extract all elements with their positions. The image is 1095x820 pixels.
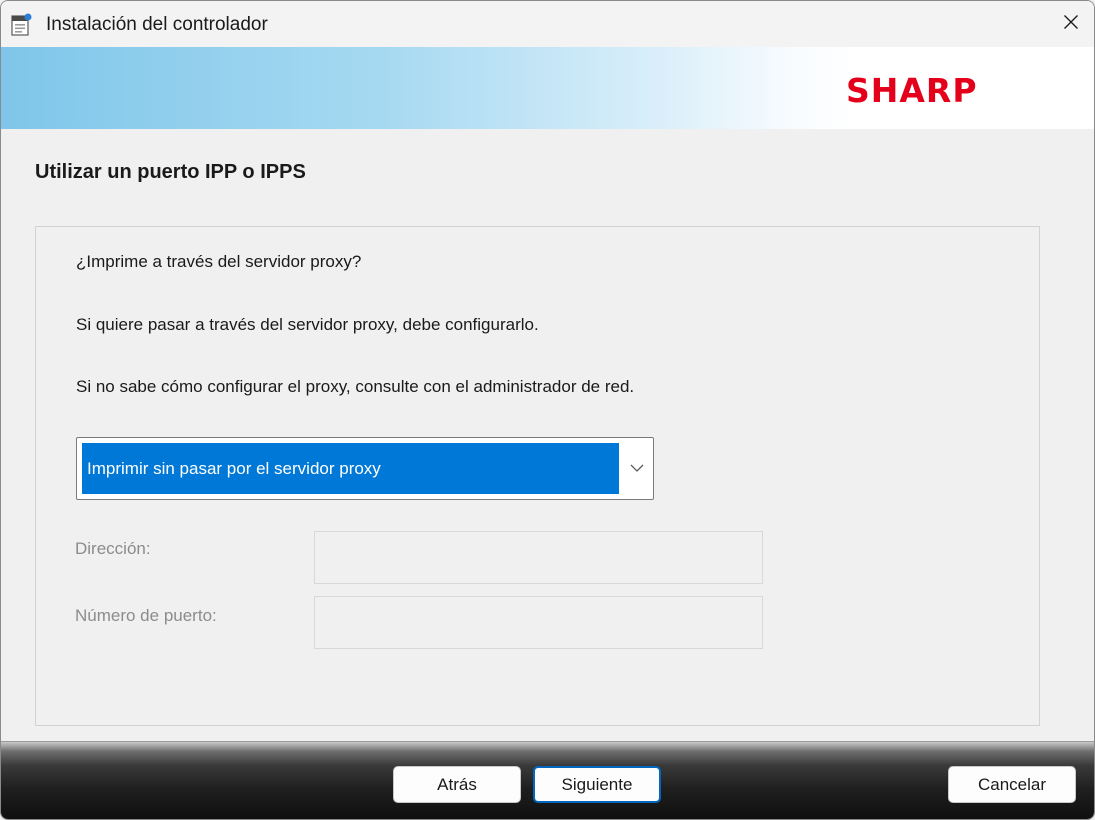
back-button[interactable]: Atrás <box>393 766 521 803</box>
chevron-down-icon[interactable] <box>629 461 645 473</box>
installer-window: Instalación del controlador SHARP Utiliz… <box>0 0 1095 820</box>
address-label: Dirección: <box>75 539 151 558</box>
port-input <box>314 596 763 649</box>
proxy-mode-selected-value: Imprimir sin pasar por el servidor proxy <box>82 443 619 494</box>
proxy-info-line-1: Si quiere pasar a través del servidor pr… <box>76 315 539 334</box>
cancel-button[interactable]: Cancelar <box>948 766 1076 803</box>
printer-installer-icon <box>11 13 33 37</box>
proxy-question: ¿Imprime a través del servidor proxy? <box>76 252 362 271</box>
close-icon <box>1063 14 1079 35</box>
next-button[interactable]: Siguiente <box>533 766 661 803</box>
proxy-info-line-2: Si no sabe cómo configurar el proxy, con… <box>76 377 635 396</box>
sharp-logo: SHARP <box>846 71 978 110</box>
address-input <box>314 531 763 584</box>
button-bar: Atrás Siguiente Cancelar <box>1 741 1094 819</box>
proxy-mode-select[interactable]: Imprimir sin pasar por el servidor proxy <box>76 437 654 500</box>
close-button[interactable] <box>1048 1 1094 47</box>
port-label: Número de puerto: <box>75 606 217 625</box>
page-title: Utilizar un puerto IPP o IPPS <box>35 161 306 183</box>
window-title: Instalación del controlador <box>46 14 268 35</box>
title-bar: Instalación del controlador <box>1 1 1094 47</box>
